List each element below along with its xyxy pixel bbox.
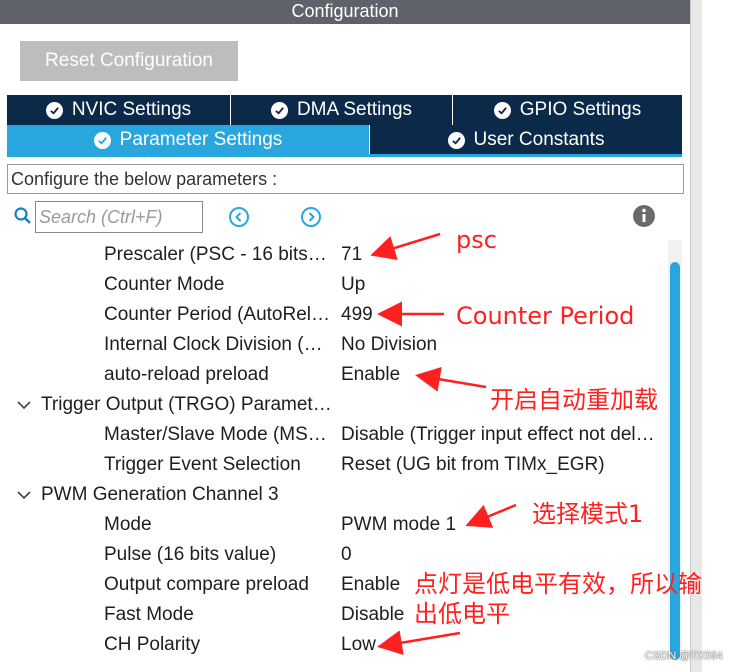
tab-label: Parameter Settings [119,129,283,150]
param-pulse-label: Pulse (16 bits value) [104,544,277,565]
arrow-polarity [377,630,461,656]
param-clock-division-label: Internal Clock Division (… [104,334,323,355]
tab-user-constants[interactable]: User Constants [370,125,682,155]
param-counter-mode-label: Counter Mode [104,274,225,295]
next-match-icon[interactable] [300,206,322,228]
annotation-autoreload: 开启自动重加载 [490,386,658,414]
tab-label: User Constants [473,129,605,150]
param-oc-preload-value[interactable]: Enable [341,570,400,600]
tab-label: GPIO Settings [519,99,642,120]
tab-nvic-settings[interactable]: NVIC Settings [7,95,231,125]
param-fast-mode-label: Fast Mode [104,604,194,625]
param-clock-division-value[interactable]: No Division [341,330,437,360]
annotation-psc: psc [456,226,497,254]
param-trigger-event-label: Trigger Event Selection [104,454,301,475]
group-trgo-parameters[interactable]: Trigger Output (TRGO) Paramet… [41,390,332,420]
tab-underline [7,154,682,157]
window-title: Configuration [0,0,690,24]
search-icon[interactable] [13,206,33,226]
param-pulse-value[interactable]: 0 [341,540,352,570]
info-icon[interactable] [632,204,656,228]
tab-label: DMA Settings [296,99,413,120]
param-counter-period-label: Counter Period (AutoRel… [104,304,330,325]
arrow-psc [370,232,441,261]
watermark: CSDN @TX564 [645,650,723,662]
param-autoreload-label: auto-reload preload [104,364,269,385]
previous-match-icon[interactable] [228,206,250,228]
check-circle-icon [93,131,111,149]
arrow-mode [465,503,517,528]
param-ch-polarity-label: CH Polarity [104,634,201,655]
annotation-counter-period: Counter Period [456,302,635,330]
param-trigger-event-value[interactable]: Reset (UG bit from TIMx_EGR) [341,450,605,480]
chevron-down-icon[interactable] [15,396,33,414]
check-circle-icon [270,101,288,119]
annotation-polarity-line2: 出低电平 [414,600,510,628]
param-fast-mode-value[interactable]: Disable [341,600,404,630]
param-prescaler-label: Prescaler (PSC - 16 bits… [104,244,327,265]
tab-gpio-settings[interactable]: GPIO Settings [453,95,682,125]
tab-label: NVIC Settings [71,99,192,120]
param-master-slave-label: Master/Slave Mode (MS… [104,424,327,445]
param-prescaler-value[interactable]: 71 [341,240,362,270]
param-counter-period-value[interactable]: 499 [341,300,373,330]
reset-configuration-button[interactable]: Reset Configuration [20,41,238,81]
check-circle-icon [447,131,465,149]
annotation-mode: 选择模式1 [532,500,644,528]
param-oc-preload-label: Output compare preload [104,574,309,595]
group-pwm-channel-3[interactable]: PWM Generation Channel 3 [41,480,279,510]
arrow-autoreload [415,366,487,392]
param-ch-polarity-value[interactable]: Low [341,630,376,660]
check-circle-icon [493,101,511,119]
param-master-slave-value[interactable]: Disable (Trigger input effect not del… [341,420,655,450]
config-hint: Configure the below parameters : [7,164,684,194]
chevron-down-icon[interactable] [15,486,33,504]
param-mode-label: Mode [104,514,152,535]
tab-parameter-settings[interactable]: Parameter Settings [7,125,370,155]
param-mode-value[interactable]: PWM mode 1 [341,510,456,540]
tab-dma-settings[interactable]: DMA Settings [231,95,453,125]
check-circle-icon [45,101,63,119]
param-counter-mode-value[interactable]: Up [341,270,365,300]
param-autoreload-value[interactable]: Enable [341,360,400,390]
search-input[interactable]: Search (Ctrl+F) [35,201,203,233]
scrollbar-thumb[interactable] [670,262,680,660]
